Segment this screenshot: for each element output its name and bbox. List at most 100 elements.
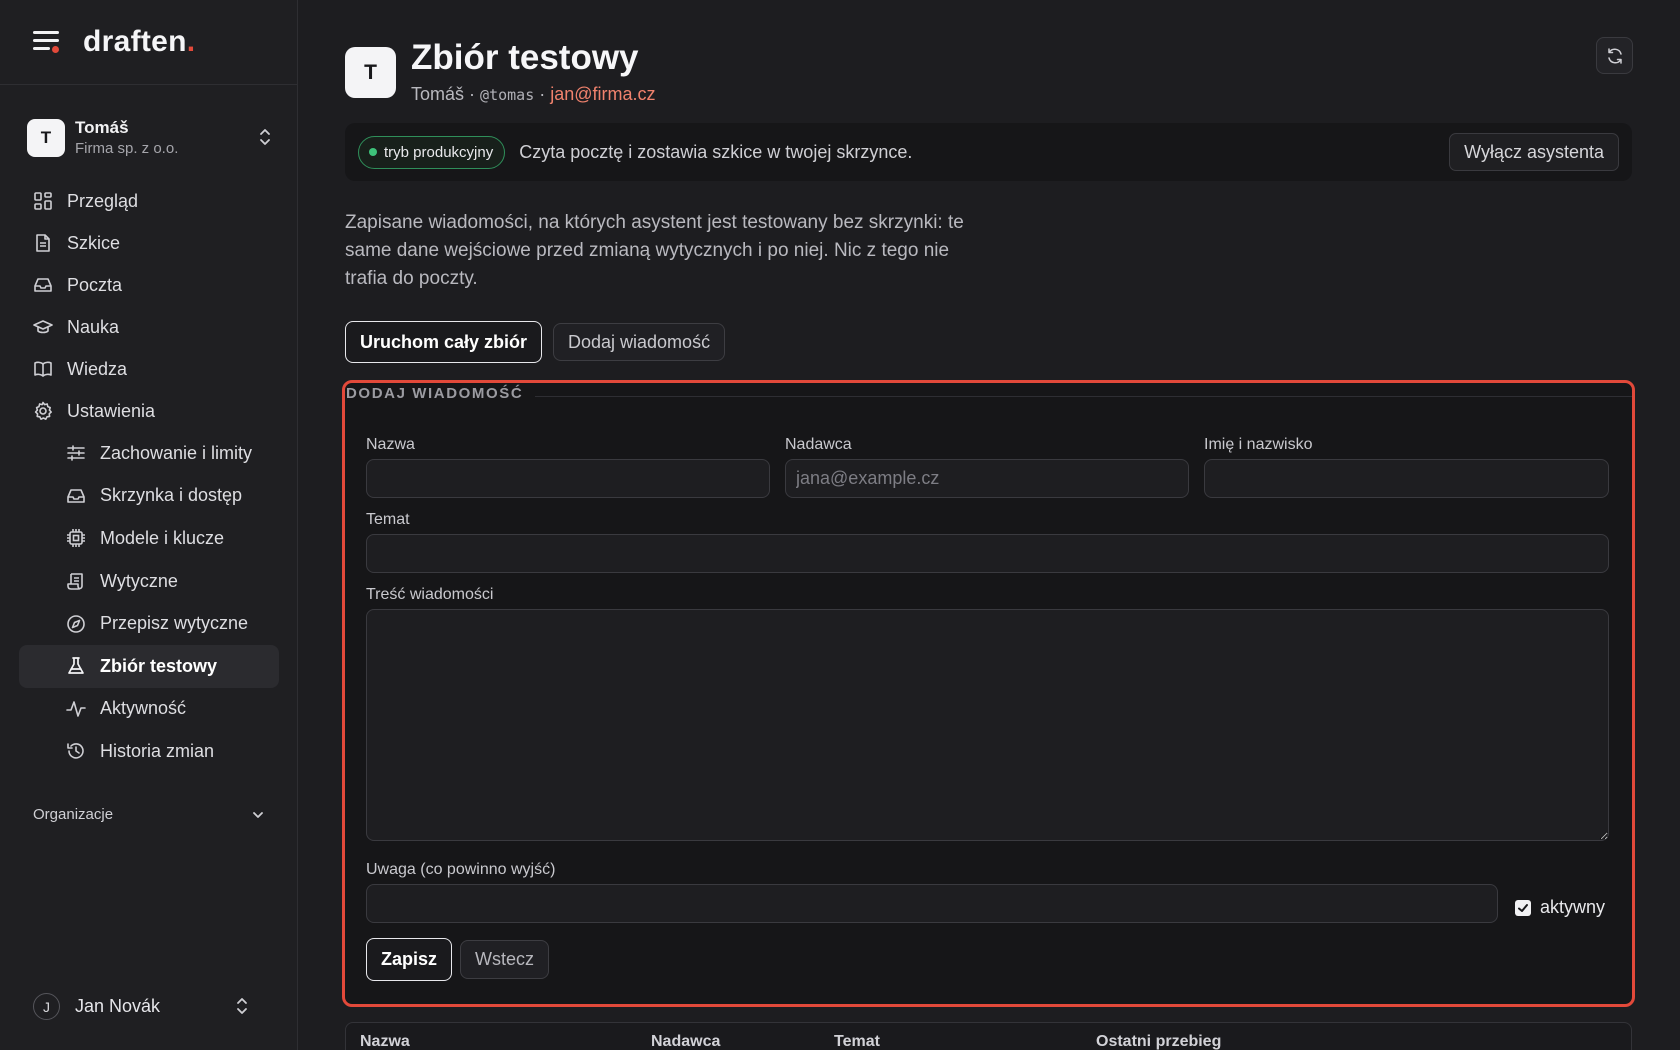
sidebar-item-label: Nauka (67, 316, 120, 337)
owner-name: Tomáš (411, 84, 465, 104)
status-banner: tryb produkcyjny Czyta pocztę i zostawia… (345, 123, 1632, 181)
sidebar-item-zbior-testowy[interactable]: Zbiór testowy (19, 644, 279, 688)
book-icon (34, 361, 52, 377)
fullname-label: Imię i nazwisko (1204, 436, 1313, 453)
status-badge: tryb produkcyjny (358, 135, 506, 169)
sidebar-item-zachowanie-i-limity[interactable]: Zachowanie i limity (19, 432, 279, 475)
sidebar-item-label: Przepisz wytyczne (100, 613, 249, 634)
sidebar-item-label: Poczta (67, 274, 123, 295)
sidebar-item-label: Zbiór testowy (100, 655, 218, 676)
chip-icon (67, 529, 85, 548)
sidebar-item-szkice[interactable]: Szkice (19, 222, 279, 264)
note-label: Uwaga (co powinno wyjść) (366, 861, 556, 878)
sender-input[interactable] (785, 459, 1189, 498)
chevron-down-icon (253, 811, 263, 818)
sidebar: draften. T Tomáš Firma sp. z o.o. Przegl… (0, 0, 298, 1050)
sidebar-item-label: Skrzynka i dostęp (100, 485, 243, 506)
organizations-toggle[interactable]: Organizacje (33, 806, 265, 823)
scroll-icon (67, 573, 83, 590)
sidebar-item-label: Modele i klucze (100, 527, 225, 548)
sidebar-item-ustawienia[interactable]: Ustawienia (19, 390, 279, 432)
sidebar-item-poczta[interactable]: Poczta (19, 264, 279, 306)
subject-label: Temat (366, 511, 410, 528)
note-input[interactable] (366, 884, 1498, 923)
sidebar-item-label: Zachowanie i limity (100, 442, 253, 463)
history-icon (67, 743, 84, 760)
page-title: Zbiór testowy (411, 38, 639, 77)
sender-label: Nadawca (785, 436, 852, 453)
body-textarea[interactable] (366, 609, 1609, 841)
body-label: Treść wiadomości (366, 586, 494, 603)
form-legend: DODAJ WIADOMOŚĆ (346, 385, 524, 402)
graduation-cap-icon (33, 320, 53, 334)
sidebar-item-wiedza[interactable]: Wiedza (19, 348, 279, 390)
activity-icon (66, 701, 86, 717)
workspace-avatar: T (345, 47, 396, 98)
grid-icon (34, 192, 52, 210)
column-header[interactable]: Nadawca (651, 1033, 720, 1050)
column-header[interactable]: Nazwa (360, 1033, 410, 1050)
sidebar-item-label: Ustawienia (67, 400, 156, 421)
save-button[interactable]: Zapisz (366, 938, 453, 981)
organizations-label: Organizacje (33, 806, 114, 823)
gear-icon (34, 401, 52, 420)
name-input[interactable] (366, 459, 770, 498)
sidebar-item-label: Przegląd (67, 190, 139, 211)
inbox-icon (67, 489, 85, 503)
active-checkbox[interactable]: aktywny (1515, 897, 1605, 918)
page-subtitle: Tomáš · @tomas · jan@firma.cz (411, 84, 656, 104)
sidebar-item-historia-zmian[interactable]: Historia zmian (19, 730, 279, 773)
column-header[interactable]: Temat (834, 1033, 880, 1050)
account-company: Firma sp. z o.o. (75, 140, 179, 157)
logo: draften. (83, 25, 196, 58)
test-set-table: Nazwa Nadawca Temat Ostatni przebieg (345, 1022, 1632, 1050)
menu-icon[interactable] (33, 31, 59, 53)
fullname-input[interactable] (1204, 459, 1609, 498)
sidebar-item-label: Wiedza (67, 358, 128, 379)
status-text: Czyta pocztę i zostawia szkice w twojej … (519, 141, 913, 162)
run-all-button[interactable]: Uruchom cały zbiór (345, 321, 543, 363)
user-menu[interactable]: J Jan Novák (33, 993, 265, 1020)
flask-icon (68, 657, 84, 675)
sidebar-item-nauka[interactable]: Nauka (19, 306, 279, 348)
user-name: Jan Novák (75, 996, 161, 1016)
sidebar-item-skrzynka-i-dostep[interactable]: Skrzynka i dostęp (19, 475, 279, 518)
sidebar-item-label: Szkice (67, 232, 121, 253)
account-avatar: T (27, 119, 65, 157)
account-name: Tomáš (75, 118, 129, 137)
sidebar-nav: Przegląd Szkice Poczta Nauka Wiedza Usta… (19, 180, 279, 773)
sidebar-item-modele-i-klucze[interactable]: Modele i klucze (19, 517, 279, 560)
sidebar-item-label: Historia zmian (100, 740, 215, 761)
owner-handle: @tomas (480, 86, 535, 104)
column-header[interactable]: Ostatni przebieg (1096, 1033, 1221, 1050)
chevron-up-down-icon (237, 998, 247, 1014)
inbox-icon (34, 278, 52, 292)
document-icon (36, 234, 50, 252)
chevron-up-down-icon (260, 129, 270, 145)
sidebar-item-aktywnosc[interactable]: Aktywność (19, 688, 279, 731)
disable-assistant-button[interactable]: Wyłącz asystenta (1449, 133, 1619, 171)
subject-input[interactable] (366, 534, 1609, 573)
active-label: aktywny (1540, 897, 1606, 917)
page-description: Zapisane wiadomości, na których asystent… (345, 212, 964, 289)
back-button[interactable]: Wstecz (460, 940, 550, 979)
brand-bar: draften. (0, 0, 297, 85)
sidebar-item-przeglad[interactable]: Przegląd (19, 180, 279, 222)
refresh-icon (1607, 47, 1622, 64)
sidebar-item-wytyczne[interactable]: Wytyczne (19, 560, 279, 603)
sidebar-item-label: Aktywność (100, 698, 187, 719)
status-dot-icon (369, 148, 377, 156)
refresh-button[interactable] (1596, 37, 1633, 74)
user-avatar: J (33, 993, 60, 1020)
account-switcher[interactable]: T Tomáš Firma sp. z o.o. (27, 118, 272, 158)
name-label: Nazwa (366, 436, 415, 453)
add-message-form: DODAJ WIADOMOŚĆ Nazwa Nadawca Imię i naz… (342, 380, 1635, 1007)
sliders-icon (67, 445, 85, 462)
compass-icon (67, 614, 85, 633)
owner-email-link[interactable]: jan@firma.cz (550, 84, 655, 104)
sidebar-item-przepisz-wytyczne[interactable]: Przepisz wytyczne (19, 602, 279, 645)
checkmark-icon (1515, 899, 1531, 916)
main-content: T Zbiór testowy Tomáš · @tomas · jan@fir… (298, 0, 1680, 1050)
sidebar-item-label: Wytyczne (100, 570, 178, 591)
add-message-button[interactable]: Dodaj wiadomość (553, 323, 726, 361)
